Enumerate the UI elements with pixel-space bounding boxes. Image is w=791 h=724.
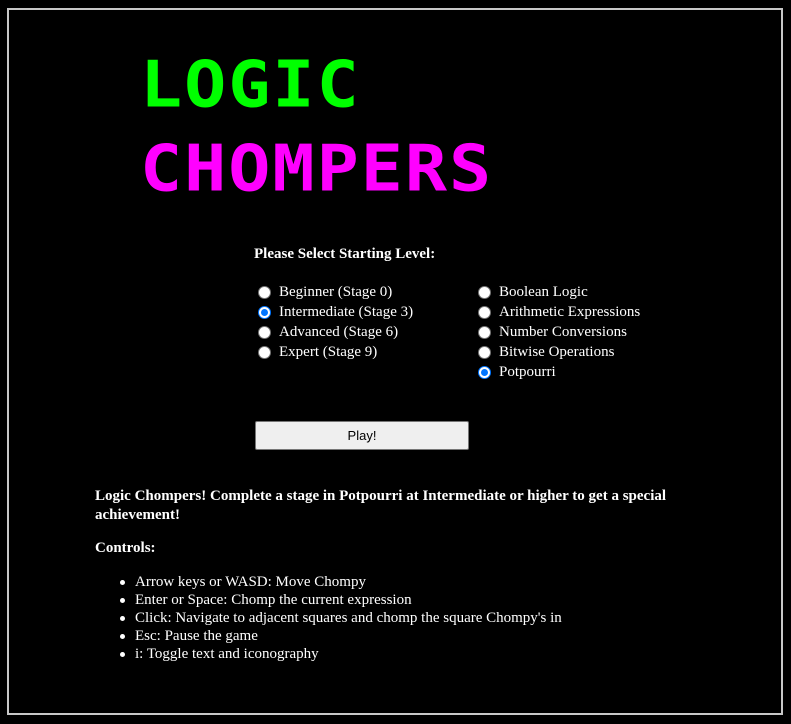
radio-button[interactable]	[478, 345, 491, 359]
achievement-text: Logic Chompers! Complete a stage in Potp…	[95, 488, 667, 523]
control-item-move: Arrow keys or WASD: Move Chompy	[120, 573, 562, 591]
level-option-label: Advanced (Stage 6)	[279, 323, 399, 340]
category-option-bitwise-operations[interactable]: Bitwise Operations	[478, 342, 640, 362]
category-option-label: Bitwise Operations	[499, 343, 615, 360]
level-option-label: Expert (Stage 9)	[279, 343, 378, 360]
level-option-label: Intermediate (Stage 3)	[279, 303, 414, 320]
level-radio-group: Beginner (Stage 0) Intermediate (Stage 3…	[258, 282, 413, 362]
level-select-heading: Please Select Starting Level:	[254, 246, 436, 262]
category-radio-group: Boolean Logic Arithmetic Expressions Num…	[478, 282, 640, 382]
controls-heading: Controls:	[95, 540, 156, 556]
category-option-label: Arithmetic Expressions	[499, 303, 641, 320]
level-option-advanced[interactable]: Advanced (Stage 6)	[258, 322, 413, 342]
control-item-pause: Esc: Pause the game	[120, 627, 562, 645]
level-option-label: Beginner (Stage 0)	[279, 283, 393, 300]
control-item-toggle: i: Toggle text and iconography	[120, 645, 562, 663]
radio-button[interactable]	[258, 325, 271, 339]
radio-button-selected[interactable]	[478, 365, 491, 379]
play-button[interactable]: Play!	[255, 421, 469, 450]
radio-button[interactable]	[258, 345, 271, 359]
radio-button[interactable]	[478, 305, 491, 319]
radio-button[interactable]	[258, 285, 271, 299]
control-item-chomp: Enter or Space: Chomp the current expres…	[120, 591, 562, 609]
logo-line-chompers: CHOMPERS	[140, 130, 494, 206]
level-option-intermediate[interactable]: Intermediate (Stage 3)	[258, 302, 413, 322]
category-option-arithmetic-expressions[interactable]: Arithmetic Expressions	[478, 302, 640, 322]
level-option-expert[interactable]: Expert (Stage 9)	[258, 342, 413, 362]
category-option-number-conversions[interactable]: Number Conversions	[478, 322, 640, 342]
category-option-potpourri[interactable]: Potpourri	[478, 362, 640, 382]
controls-list: Arrow keys or WASD: Move Chompy Enter or…	[120, 573, 562, 663]
category-option-label: Potpourri	[499, 363, 556, 380]
control-item-click: Click: Navigate to adjacent squares and …	[120, 610, 562, 626]
radio-button[interactable]	[478, 285, 491, 299]
category-option-label: Boolean Logic	[499, 283, 588, 300]
radio-button[interactable]	[478, 325, 491, 339]
level-option-beginner[interactable]: Beginner (Stage 0)	[258, 282, 413, 302]
radio-button-selected[interactable]	[258, 305, 271, 319]
category-option-boolean-logic[interactable]: Boolean Logic	[478, 282, 640, 302]
game-logo: LOGIC CHOMPERS	[140, 52, 493, 206]
category-option-label: Number Conversions	[499, 323, 627, 340]
logo-line-logic: LOGIC	[140, 46, 361, 122]
